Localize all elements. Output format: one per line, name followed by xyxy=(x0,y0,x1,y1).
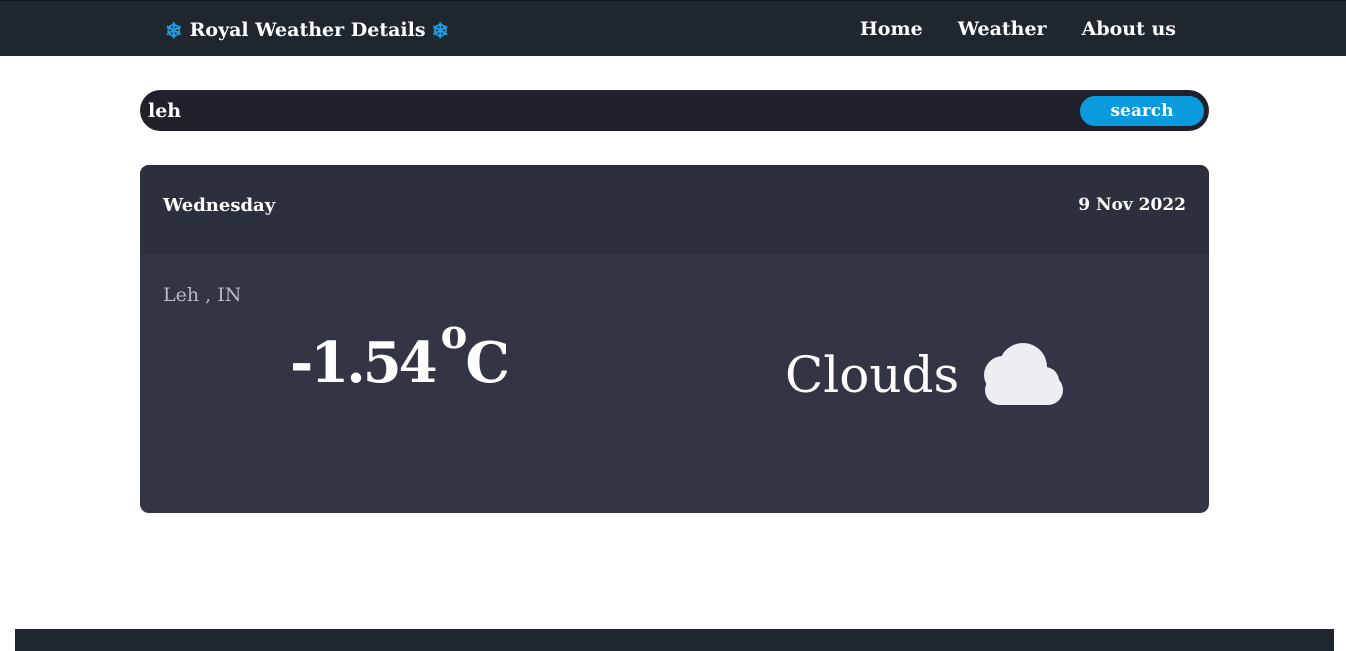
footer xyxy=(15,629,1334,651)
navbar: ❄ Royal Weather Details ❄ Home Weather A… xyxy=(0,0,1346,56)
brand-title: Royal Weather Details xyxy=(189,19,426,41)
condition-label: Clouds xyxy=(785,346,960,404)
temperature-display: -1.54 oC xyxy=(290,311,510,420)
temperature-value: -1.54 xyxy=(290,330,438,396)
snowflake-icon: ❄ xyxy=(165,17,183,43)
snowflake-icon: ❄ xyxy=(431,17,450,43)
weather-card: Wednesday 9 Nov 2022 Leh , IN -1.54 oC Cl… xyxy=(140,165,1209,513)
search-button[interactable]: search xyxy=(1080,96,1204,126)
nav-link-home[interactable]: Home xyxy=(860,18,923,40)
search-input[interactable] xyxy=(148,95,1068,126)
nav-link-about-us[interactable]: About us xyxy=(1082,18,1176,40)
cloud-icon xyxy=(984,343,1064,405)
date-label: 9 Nov 2022 xyxy=(1078,195,1186,215)
brand[interactable]: ❄ Royal Weather Details ❄ xyxy=(165,18,449,42)
location-label: Leh , IN xyxy=(163,284,242,306)
nav-link-weather[interactable]: Weather xyxy=(958,18,1047,40)
card-header: Wednesday 9 Nov 2022 xyxy=(140,165,1209,254)
nav-links: Home Weather About us xyxy=(860,18,1176,40)
temperature-unit: C xyxy=(465,330,510,396)
degree-symbol: o xyxy=(440,311,468,358)
weather-condition: Clouds xyxy=(785,343,1065,407)
day-label: Wednesday xyxy=(163,195,276,216)
search-bar: search xyxy=(140,90,1209,131)
